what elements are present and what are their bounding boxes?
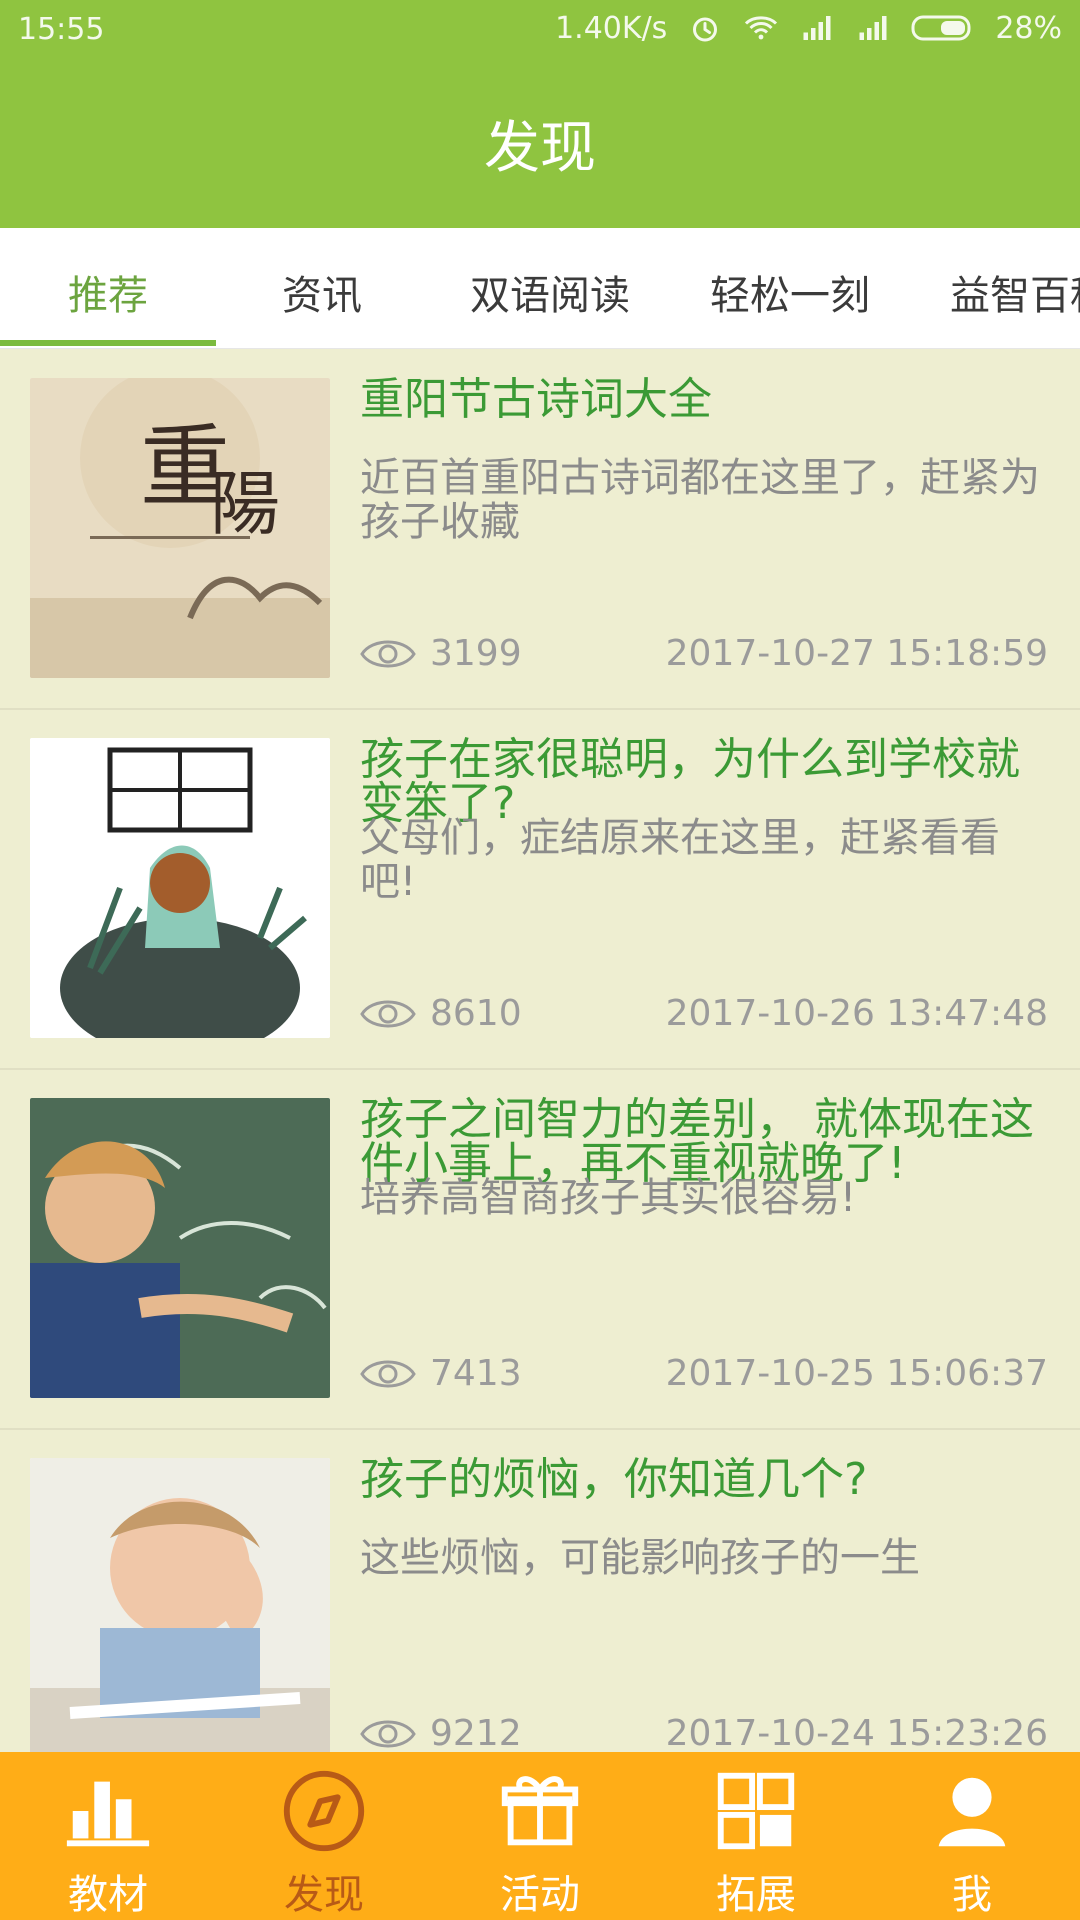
tab-active-indicator <box>0 340 216 346</box>
nav-label: 发现 <box>284 1872 364 1918</box>
nav-discover[interactable]: 发现 <box>216 1752 432 1920</box>
eye-icon <box>360 1000 416 1027</box>
nav-label: 活动 <box>500 1872 580 1918</box>
eye-icon <box>360 640 416 667</box>
nav-label: 教材 <box>68 1872 148 1918</box>
article-thumbnail: 重 陽 <box>30 378 330 678</box>
article-description: 培养高智商孩子其实很容易! <box>360 1175 857 1221</box>
nav-label: 我 <box>952 1872 992 1918</box>
article-description: 父母们，症结原来在这里，赶紧看看吧! <box>360 815 1000 905</box>
svg-text:陽: 陽 <box>210 463 280 545</box>
frustrated-boy-photo <box>30 1458 330 1752</box>
article-card[interactable]: 孩子在家很聪明，为什么到学校就变笨了? 父母们，症结原来在这里，赶紧看看吧! 8… <box>0 708 1080 1070</box>
view-count-value: 8610 <box>430 993 522 1034</box>
article-thumbnail <box>30 1458 330 1752</box>
chongyang-illustration: 重 陽 <box>30 378 330 678</box>
battery-icon <box>911 15 971 41</box>
girl-window-illustration <box>30 738 330 1038</box>
status-right: 1.40K/s 28% <box>555 10 1062 46</box>
nav-label: 拓展 <box>716 1872 796 1918</box>
network-speed: 1.40K/s <box>555 10 668 46</box>
wifi-icon <box>745 16 778 40</box>
view-count: 7413 <box>360 1353 522 1394</box>
gift-icon <box>501 1776 579 1846</box>
publish-date: 2017-10-24 15:23:26 <box>665 1713 1048 1752</box>
article-thumbnail <box>30 738 330 1038</box>
tab-recommend[interactable]: 推荐 <box>68 263 148 321</box>
view-count: 9212 <box>360 1713 522 1752</box>
eye-icon <box>360 1720 416 1747</box>
page-title: 发现 <box>484 116 596 181</box>
user-icon <box>938 1777 1006 1847</box>
tab-encyclopedia[interactable]: 益智百科 <box>950 263 1080 321</box>
publish-date: 2017-10-25 15:06:37 <box>665 1353 1048 1394</box>
tab-bar: 推荐 资讯 双语阅读 轻松一刻 益智百科 <box>0 228 1080 349</box>
publish-date: 2017-10-26 13:47:48 <box>665 993 1048 1034</box>
article-title[interactable]: 孩子在家很聪明，为什么到学校就变笨了? <box>360 738 1050 826</box>
article-description: 这些烦恼，可能影响孩子的一生 <box>360 1535 920 1581</box>
article-feed: 重 陽 重阳节古诗词大全 近百首重阳古诗词都在这里了，赶紧为孩子收藏 3199 … <box>0 348 1080 1752</box>
article-title[interactable]: 孩子的烦恼，你知道几个? <box>360 1458 1050 1502</box>
article-description: 近百首重阳古诗词都在这里了，赶紧为孩子收藏 <box>360 455 1040 545</box>
article-thumbnail <box>30 1098 330 1398</box>
bottom-navigation: 教材 发现 活动 拓展 我 <box>0 1752 1080 1920</box>
status-bar: 15:55 1.40K/s 28% <box>0 0 1080 60</box>
view-count: 3199 <box>360 633 522 674</box>
nav-activity[interactable]: 活动 <box>432 1752 648 1920</box>
nav-textbook[interactable]: 教材 <box>0 1752 216 1920</box>
compass-icon <box>283 1770 365 1852</box>
status-time: 15:55 <box>18 12 105 47</box>
eye-icon <box>360 1360 416 1387</box>
boy-blackboard-photo <box>30 1098 330 1398</box>
battery-level: 28% <box>995 10 1062 46</box>
tab-news[interactable]: 资讯 <box>282 263 362 321</box>
view-count: 8610 <box>360 993 522 1034</box>
view-count-value: 9212 <box>430 1713 522 1752</box>
nav-expand[interactable]: 拓展 <box>648 1752 864 1920</box>
alarm-icon <box>693 17 718 42</box>
tab-relax[interactable]: 轻松一刻 <box>710 263 870 321</box>
article-card[interactable]: 孩子的烦恼，你知道几个? 这些烦恼，可能影响孩子的一生 9212 2017-10… <box>0 1428 1080 1752</box>
article-title[interactable]: 重阳节古诗词大全 <box>360 378 1050 422</box>
signal-icon <box>803 16 831 40</box>
article-card[interactable]: 孩子之间智力的差别， 就体现在这件小事上，再不重视就晚了! 培养高智商孩子其实很… <box>0 1068 1080 1430</box>
view-count-value: 3199 <box>430 633 522 674</box>
publish-date: 2017-10-27 15:18:59 <box>665 633 1048 674</box>
top-bar: 15:55 1.40K/s 28% 发现 <box>0 0 1080 228</box>
bar-chart-icon <box>66 1781 150 1847</box>
article-title[interactable]: 孩子之间智力的差别， 就体现在这件小事上，再不重视就晚了! <box>360 1098 1050 1186</box>
view-count-value: 7413 <box>430 1353 522 1394</box>
tab-bilingual-reading[interactable]: 双语阅读 <box>470 263 630 321</box>
article-card[interactable]: 重 陽 重阳节古诗词大全 近百首重阳古诗词都在这里了，赶紧为孩子收藏 3199 … <box>0 348 1080 710</box>
grid-icon <box>717 1772 795 1850</box>
nav-me[interactable]: 我 <box>864 1752 1080 1920</box>
signal-icon <box>859 16 887 40</box>
